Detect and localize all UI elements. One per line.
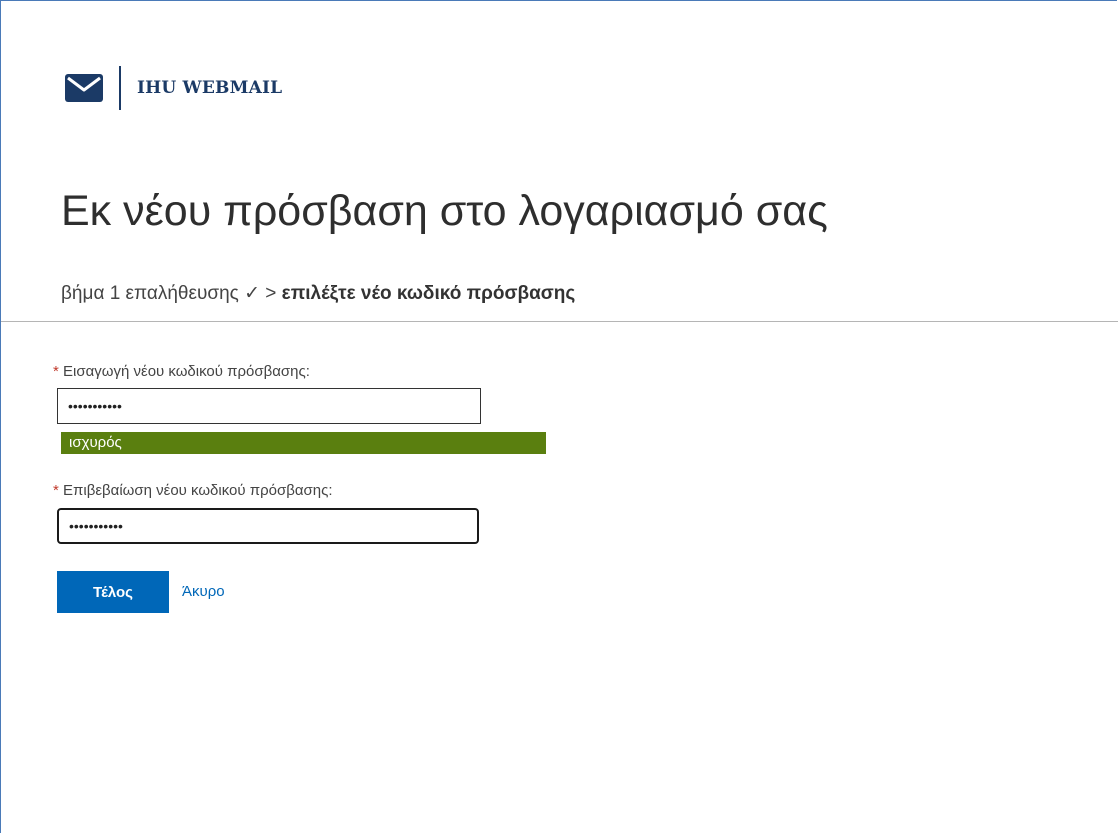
- page-frame: IHU WEBMAIL Εκ νέου πρόσβαση στο λογαρια…: [0, 0, 1118, 833]
- finish-button[interactable]: Τέλος: [57, 571, 169, 613]
- breadcrumb-current-step: επιλέξτε νέο κωδικό πρόσβασης: [281, 283, 576, 304]
- required-mark: *: [53, 482, 59, 499]
- new-password-input[interactable]: [57, 388, 481, 424]
- cancel-link[interactable]: Άκυρο: [182, 583, 225, 600]
- password-strength-meter: ισχυρός: [61, 432, 546, 454]
- confirm-password-input[interactable]: [57, 508, 479, 544]
- confirm-password-label-text: Επιβεβαίωση νέου κωδικού πρόσβασης:: [63, 482, 333, 499]
- password-strength-fill: [61, 432, 546, 454]
- password-strength-label: ισχυρός: [69, 434, 122, 451]
- new-password-label: * Εισαγωγή νέου κωδικού πρόσβασης:: [53, 363, 310, 380]
- breadcrumb-separator: >: [265, 283, 277, 304]
- page-title: Εκ νέου πρόσβαση στο λογαριασμό σας: [61, 187, 828, 235]
- required-mark: *: [53, 363, 59, 380]
- brand-divider: [119, 66, 121, 110]
- header-divider: [1, 321, 1118, 322]
- breadcrumb-step-verification: βήμα 1 επαλήθευσης ✓: [61, 283, 260, 304]
- envelope-icon: [65, 74, 103, 102]
- confirm-password-label: * Επιβεβαίωση νέου κωδικού πρόσβασης:: [53, 482, 333, 499]
- new-password-label-text: Εισαγωγή νέου κωδικού πρόσβασης:: [63, 363, 310, 380]
- breadcrumb: βήμα 1 επαλήθευσης ✓ > επιλέξτε νέο κωδι…: [61, 282, 575, 305]
- brand-name: IHU WEBMAIL: [137, 78, 283, 98]
- brand-header: IHU WEBMAIL: [65, 65, 282, 111]
